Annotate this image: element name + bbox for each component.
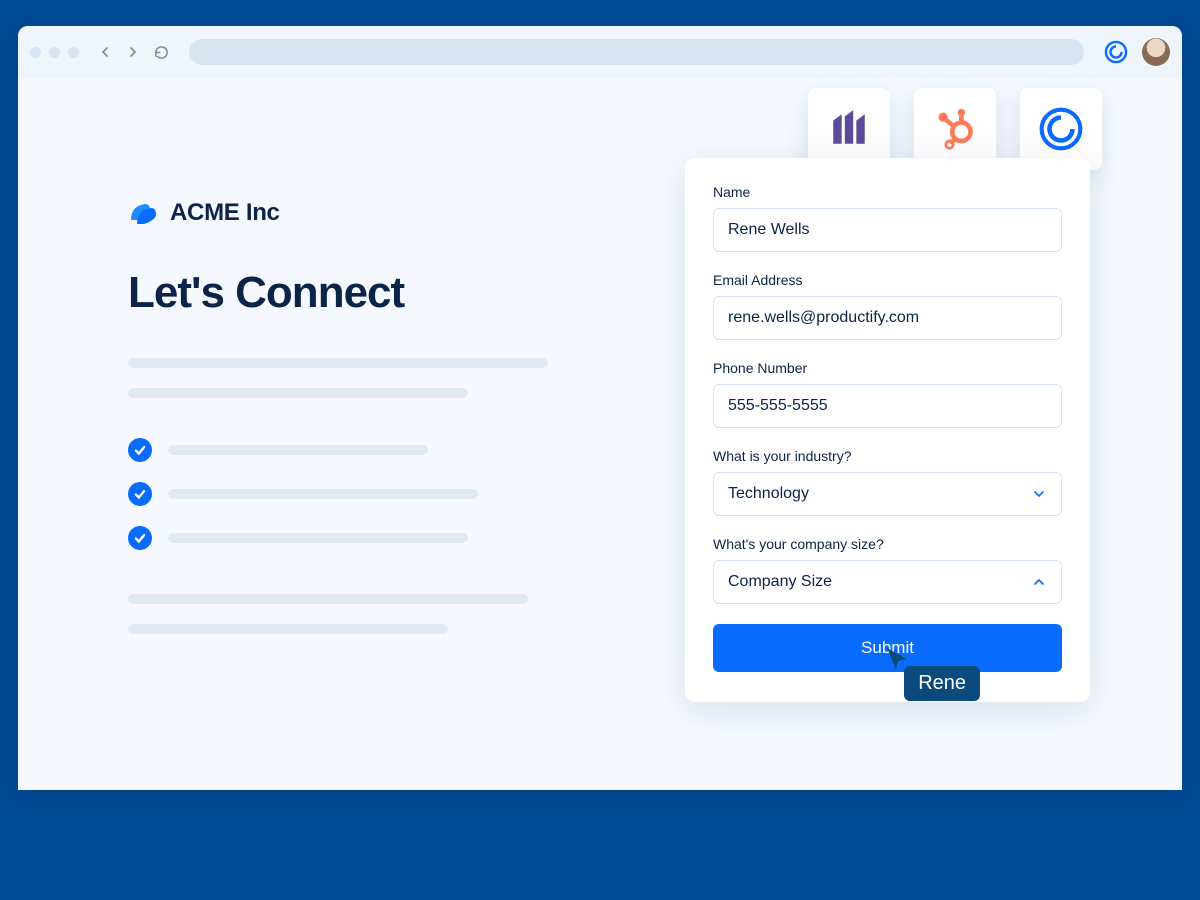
company-size-value: Company Size — [728, 573, 832, 591]
company-size-select[interactable]: Company Size — [713, 560, 1062, 604]
name-label: Name — [713, 184, 1062, 200]
page-title: Let's Connect — [128, 268, 578, 318]
phone-input[interactable] — [713, 384, 1062, 428]
placeholder-line — [128, 624, 448, 634]
email-input[interactable] — [713, 296, 1062, 340]
chevron-up-icon — [1031, 574, 1047, 590]
forward-button[interactable] — [123, 42, 143, 62]
placeholder-line — [128, 388, 468, 398]
chevron-down-icon — [1031, 486, 1047, 502]
check-icon — [128, 526, 152, 550]
traffic-dot — [30, 47, 41, 58]
reload-button[interactable] — [151, 42, 171, 62]
calendly-extension-icon[interactable] — [1102, 38, 1130, 66]
industry-select[interactable]: Technology — [713, 472, 1062, 516]
browser-window: ACME Inc Let's Connect — [18, 26, 1182, 790]
phone-label: Phone Number — [713, 360, 1062, 376]
left-panel: ACME Inc Let's Connect — [128, 198, 578, 654]
industry-value: Technology — [728, 485, 809, 503]
feature-row — [128, 482, 578, 506]
back-button[interactable] — [95, 42, 115, 62]
placeholder-line — [168, 533, 468, 543]
company-size-label: What's your company size? — [713, 536, 1062, 552]
traffic-lights — [30, 47, 79, 58]
brand: ACME Inc — [128, 198, 578, 228]
traffic-dot — [49, 47, 60, 58]
placeholder-line — [128, 358, 548, 368]
check-icon — [128, 482, 152, 506]
industry-label: What is your industry? — [713, 448, 1062, 464]
placeholder-line — [168, 489, 478, 499]
placeholder-line — [168, 445, 428, 455]
feature-row — [128, 438, 578, 462]
submit-button[interactable]: Submit — [713, 624, 1062, 672]
feature-row — [128, 526, 578, 550]
user-avatar[interactable] — [1142, 38, 1170, 66]
page-content: ACME Inc Let's Connect — [18, 78, 1182, 790]
url-bar[interactable] — [189, 39, 1084, 65]
contact-form-card: Name Email Address Phone Number What is … — [685, 158, 1090, 702]
check-icon — [128, 438, 152, 462]
browser-chrome — [18, 26, 1182, 78]
email-label: Email Address — [713, 272, 1062, 288]
acme-logo-icon — [128, 198, 158, 228]
traffic-dot — [68, 47, 79, 58]
brand-name: ACME Inc — [170, 199, 280, 227]
placeholder-line — [128, 594, 528, 604]
name-input[interactable] — [713, 208, 1062, 252]
